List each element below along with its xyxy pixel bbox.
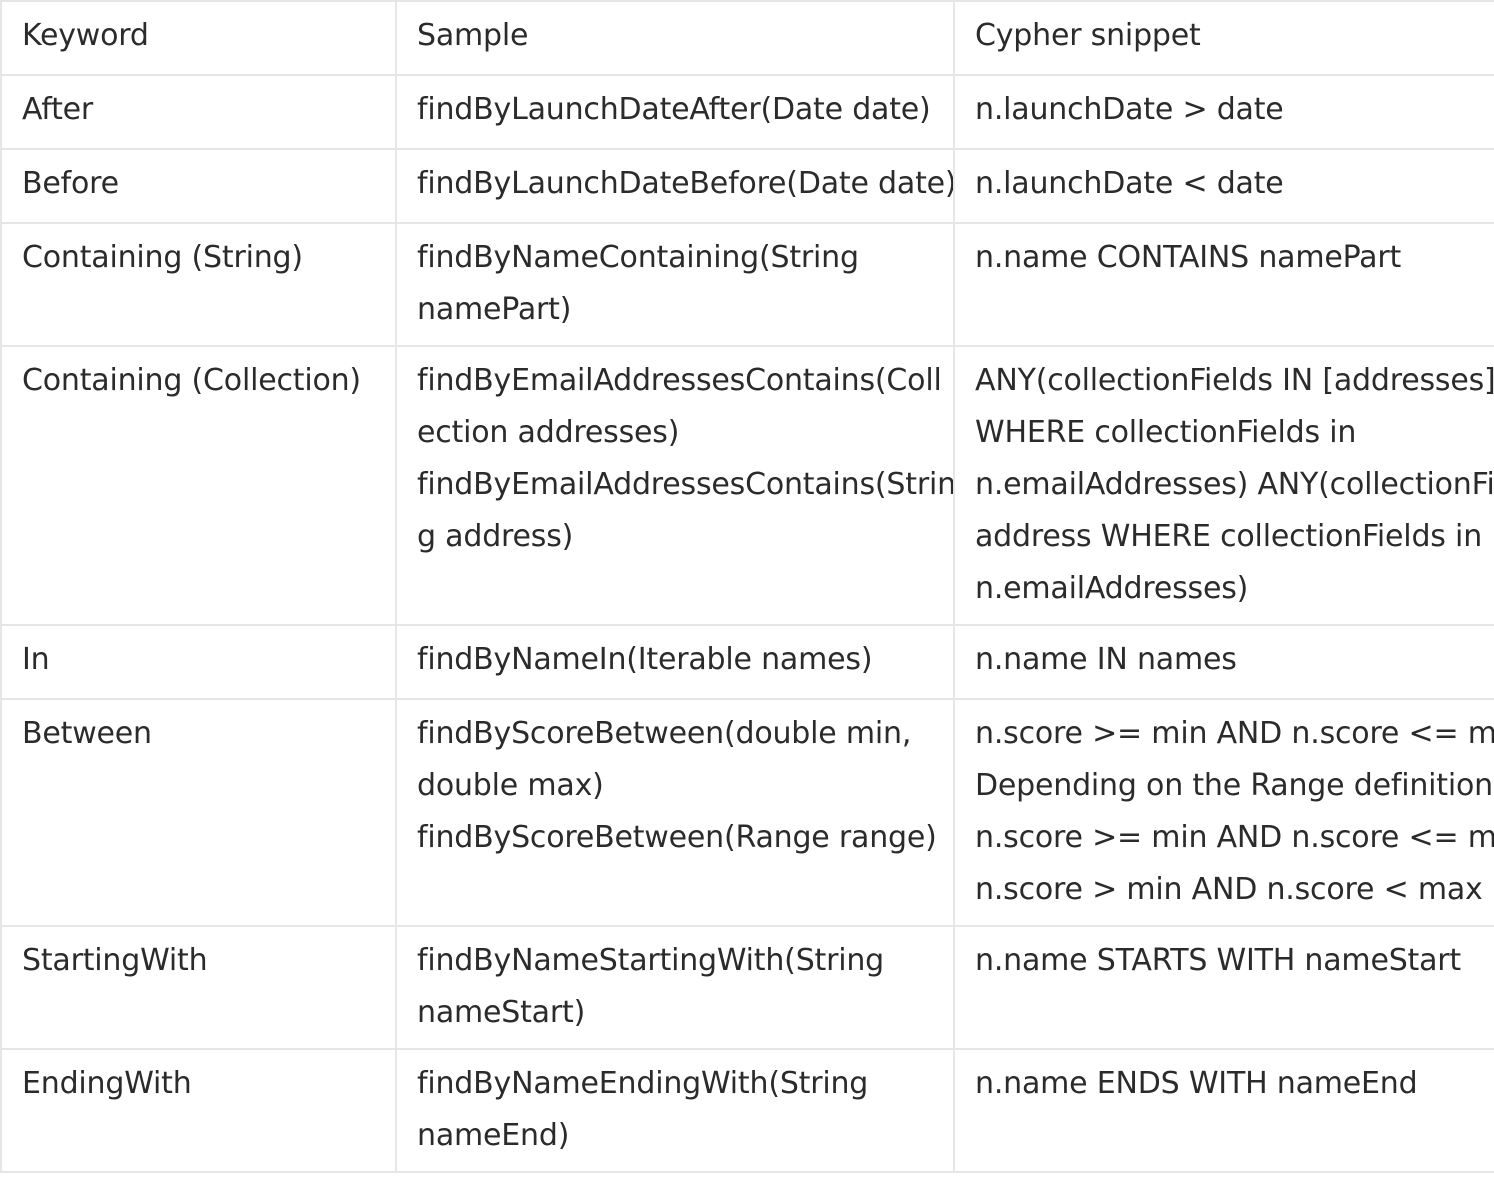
keyword-cell: Containing (Collection) [0, 345, 397, 626]
sample-cell-line: g address) [417, 519, 574, 554]
table-body: After findByLaunchDateAfter(Date date) n.l… [0, 74, 1494, 1173]
cypher-snippet-cell-line: Depending on the Range definition [975, 768, 1493, 803]
sample-cell: findByNameIn(Iterable names) [395, 624, 955, 700]
keyword-cell: Between [0, 698, 397, 927]
cypher-snippet-cell-line: n.emailAddresses) [975, 571, 1249, 606]
cypher-snippet-cell-line: n.emailAddresses) ANY(collectionFields I… [975, 467, 1494, 502]
keyword-cell-line: Containing (Collection) [22, 363, 361, 398]
sample-cell: findByLaunchDateAfter(Date date) [395, 74, 955, 150]
table-row: Containing (Collection) findByEmailAddres… [0, 345, 1494, 626]
cypher-snippet-cell-line: n.name STARTS WITH nameStart [975, 943, 1461, 978]
cypher-snippet-cell: n.name STARTS WITH nameStart [953, 925, 1494, 1050]
cypher-snippet-cell-line: n.name ENDS WITH nameEnd [975, 1066, 1418, 1101]
sample-cell-line: findByNameContaining(String [417, 240, 859, 275]
table-row: Before findByLaunchDateBefore(Date date) n… [0, 148, 1494, 224]
table-row: After findByLaunchDateAfter(Date date) n.l… [0, 74, 1494, 150]
keyword-cell-line: StartingWith [22, 943, 208, 978]
sample-cell-line: findByScoreBetween(double min, [417, 716, 912, 751]
cypher-snippet-cell-line: WHERE collectionFields in [975, 415, 1357, 450]
cypher-snippet-cell: ANY(collectionFields IN [addresses] WHERE… [953, 345, 1494, 626]
keyword-cell-line: EndingWith [22, 1066, 192, 1101]
sample-cell-line: findByEmailAddressesContains(Strin [417, 467, 954, 502]
keyword-cell: EndingWith [0, 1048, 397, 1173]
table-row: Containing (String) findByNameContaining(… [0, 222, 1494, 347]
sample-cell: findByLaunchDateBefore(Date date) [395, 148, 955, 224]
keyword-cell-line: Containing (String) [22, 240, 303, 275]
keyword-cell-line: After [22, 92, 94, 127]
keyword-cell: Containing (String) [0, 222, 397, 347]
sample-cell-line: findByScoreBetween(Range range) [417, 820, 937, 855]
cypher-snippet-cell-line: n.score > min AND n.score < max [975, 872, 1483, 907]
keyword-cell-line: Before [22, 166, 119, 201]
sample-cell-line: findByNameEndingWith(String [417, 1066, 869, 1101]
cypher-snippet-cell-line: n.score >= min AND n.score <= max [975, 716, 1494, 751]
cypher-snippet-cell-line: n.launchDate > date [975, 92, 1284, 127]
table-row: In findByNameIn(Iterable names) n.name IN … [0, 624, 1494, 700]
cypher-snippet-cell-line: n.launchDate < date [975, 166, 1284, 201]
sample-cell-line: findByLaunchDateBefore(Date date) [417, 166, 954, 201]
cypher-snippet-cell-line: address WHERE collectionFields in [975, 519, 1483, 554]
sample-cell-line: findByNameIn(Iterable names) [417, 642, 873, 677]
sample-cell-line: ection addresses) [417, 415, 680, 450]
header-keyword: Keyword [0, 0, 397, 76]
keyword-cell-line: In [22, 642, 50, 677]
table-row: EndingWith findByNameEndingWith(String nam… [0, 1048, 1494, 1173]
keyword-cell: After [0, 74, 397, 150]
sample-cell-line: findByNameStartingWith(String [417, 943, 885, 978]
header-sample: Sample [395, 0, 955, 76]
sample-cell-line: namePart) [417, 292, 572, 327]
cypher-snippet-cell: n.launchDate > date [953, 74, 1494, 150]
sample-cell: findByEmailAddressesContains(Coll ection … [395, 345, 955, 626]
cypher-snippet-cell: n.name IN names [953, 624, 1494, 700]
cypher-snippet-cell-line: n.name CONTAINS namePart [975, 240, 1402, 275]
sample-cell-line: findByEmailAddressesContains(Coll [417, 363, 942, 398]
cypher-snippet-cell: n.score >= min AND n.score <= max Dependi… [953, 698, 1494, 927]
cypher-snippet-cell: n.launchDate < date [953, 148, 1494, 224]
table-header-row: Keyword Sample Cypher snippet [0, 0, 1494, 76]
query-keyword-table-container: Keyword Sample Cypher snippet After findB… [0, 0, 1494, 1184]
keyword-cell: Before [0, 148, 397, 224]
table-row: Between findByScoreBetween(double min, dou… [0, 698, 1494, 927]
keyword-cell: In [0, 624, 397, 700]
cypher-snippet-cell-line: n.name IN names [975, 642, 1237, 677]
sample-cell-line: nameEnd) [417, 1118, 570, 1153]
sample-cell-line: double max) [417, 768, 604, 803]
cypher-snippet-cell: n.name CONTAINS namePart [953, 222, 1494, 347]
sample-cell-line: nameStart) [417, 995, 586, 1030]
sample-cell: findByScoreBetween(double min, double max… [395, 698, 955, 927]
cypher-snippet-cell-line: n.score >= min AND n.score <= max [975, 820, 1494, 855]
cypher-snippet-cell-line: ANY(collectionFields IN [addresses] [975, 363, 1494, 398]
sample-cell: findByNameContaining(String namePart) [395, 222, 955, 347]
sample-cell: findByNameEndingWith(String nameEnd) [395, 1048, 955, 1173]
cypher-snippet-cell: n.name ENDS WITH nameEnd [953, 1048, 1494, 1173]
header-cypher-snippet: Cypher snippet [953, 0, 1494, 76]
keyword-cell: StartingWith [0, 925, 397, 1050]
table-row: StartingWith findByNameStartingWith(Strin… [0, 925, 1494, 1050]
query-keyword-table: Keyword Sample Cypher snippet After findB… [0, 0, 1494, 1173]
sample-cell-line: findByLaunchDateAfter(Date date) [417, 92, 931, 127]
keyword-cell-line: Between [22, 716, 152, 751]
sample-cell: findByNameStartingWith(String nameStart) [395, 925, 955, 1050]
